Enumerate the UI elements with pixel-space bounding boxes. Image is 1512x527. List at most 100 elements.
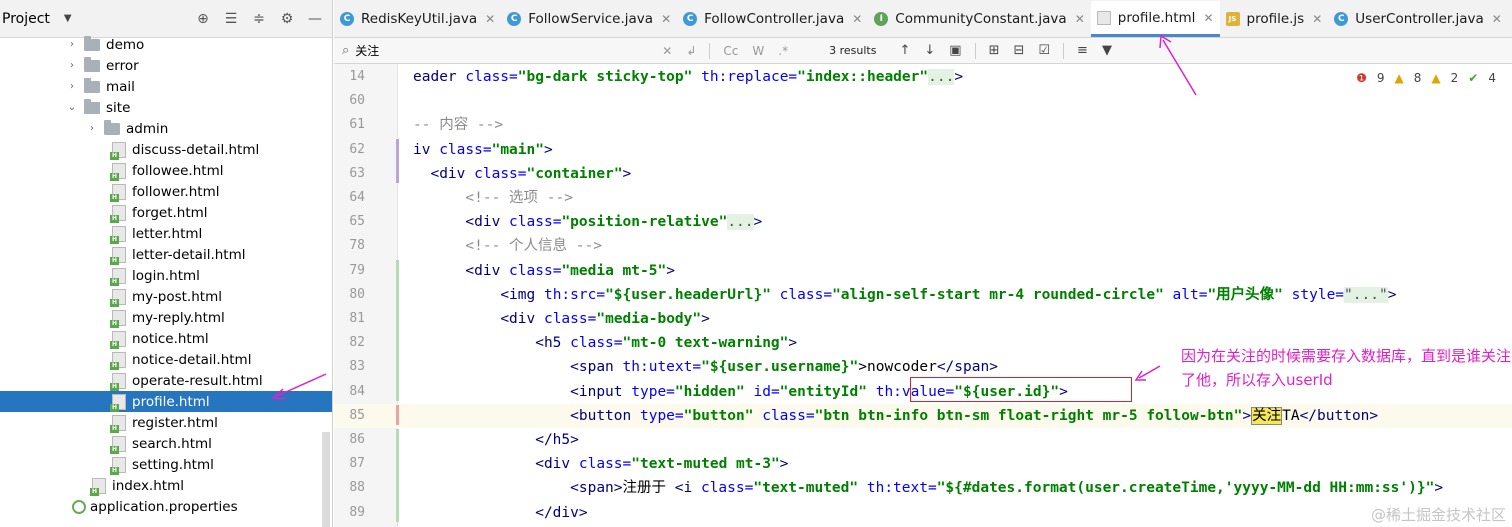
tree-item[interactable]: application.properties [0, 496, 332, 517]
html-file-icon [110, 183, 126, 202]
tree-item[interactable]: operate-result.html [0, 370, 332, 391]
tree-item[interactable]: register.html [0, 412, 332, 433]
editor-tab[interactable]: C FollowController.java ✕ [677, 1, 868, 37]
filter-icon[interactable]: ▼ [1102, 43, 1112, 58]
close-icon[interactable]: ✕ [1492, 12, 1502, 26]
chevron-down-icon[interactable]: ▼ [64, 13, 72, 24]
close-icon[interactable]: ✕ [1203, 11, 1213, 25]
regex-toggle[interactable]: .* [778, 44, 788, 58]
editor-tab[interactable]: I CommunityConstant.java ✕ [868, 1, 1090, 37]
tree-item[interactable]: forget.html [0, 202, 332, 223]
select-all-occurrences-icon[interactable]: ☑ [1038, 43, 1050, 58]
code-text: eader class="bg-dark sticky-top" th:repl… [413, 65, 963, 89]
collapse-all-icon[interactable]: ≑ [250, 10, 268, 28]
tree-item[interactable]: index.html [0, 475, 332, 496]
close-icon[interactable]: ✕ [852, 12, 862, 26]
html-file-icon [110, 372, 126, 391]
code-line[interactable]: 85 <button type="button" class="btn btn-… [334, 403, 1512, 428]
close-icon[interactable]: ✕ [661, 12, 671, 26]
code-line[interactable]: 14 eader class="bg-dark sticky-top" th:re… [334, 65, 1512, 89]
remove-occurrence-icon[interactable]: ⊟ [1013, 43, 1024, 58]
code-line[interactable]: 79 <div class="media mt-5"> [334, 259, 1512, 283]
tree-item[interactable]: profile.html [0, 391, 332, 412]
chevron-right-icon[interactable]: › [66, 81, 78, 92]
html-file-icon [110, 351, 126, 370]
code-line[interactable]: 63 <div class="container"> [334, 162, 1512, 186]
vcs-change-marker[interactable] [396, 259, 399, 401]
tree-item[interactable]: letter.html [0, 223, 332, 244]
code-line[interactable]: 61 -- 内容 --> [334, 113, 1512, 137]
tree-item[interactable]: search.html [0, 433, 332, 454]
close-icon[interactable]: ✕ [485, 12, 495, 26]
replace-toggle-icon[interactable]: ↲ [686, 44, 696, 58]
code-line[interactable]: 64 <!-- 选项 --> [334, 186, 1512, 210]
editor-tab[interactable]: C UserController.java ✕ [1328, 1, 1508, 37]
code-line[interactable]: 62 iv class="main"> [334, 138, 1512, 162]
clear-icon[interactable]: ✕ [662, 44, 672, 58]
code-line[interactable]: 78 <!-- 个人信息 --> [334, 234, 1512, 258]
tree-item[interactable]: notice-detail.html [0, 349, 332, 370]
tree-item[interactable]: my-post.html [0, 286, 332, 307]
code-token: -- 内容 --> [413, 117, 504, 134]
chevron-down-icon[interactable]: ⌄ [66, 102, 78, 113]
whole-words-toggle[interactable]: W [752, 44, 764, 58]
vcs-change-marker[interactable] [396, 429, 399, 522]
code-token: "container" [526, 165, 623, 182]
tree-item[interactable]: › demo [0, 34, 332, 55]
tree-item[interactable]: letter-detail.html [0, 244, 332, 265]
arrow-down-icon[interactable]: ↓ [924, 43, 935, 58]
code-line[interactable]: 89 </div> [334, 501, 1512, 525]
inspection-widget[interactable]: ❶9 ▲ 8 ▲ 2 ✔ 4 [1356, 71, 1496, 85]
code-line[interactable]: 60 [334, 89, 1512, 113]
find-input[interactable] [355, 43, 656, 58]
close-icon[interactable]: ✕ [1075, 12, 1085, 26]
tree-item[interactable]: ⌄ site [0, 97, 332, 118]
tree-item[interactable]: notice.html [0, 328, 332, 349]
code-token: <span [570, 359, 623, 376]
chevron-right-icon[interactable]: › [66, 60, 78, 71]
tree-item[interactable]: discuss-detail.html [0, 139, 332, 160]
code-token: <input [570, 383, 632, 400]
match-case-toggle[interactable]: Cc [723, 44, 738, 58]
locate-icon[interactable]: ⊕ [194, 10, 212, 28]
minimize-icon[interactable]: — [306, 10, 324, 28]
project-title[interactable]: Project [2, 11, 50, 27]
chevron-right-icon[interactable]: › [66, 39, 78, 50]
tree-item[interactable]: followee.html [0, 160, 332, 181]
tree-item[interactable]: setting.html [0, 454, 332, 475]
add-occurrence-icon[interactable]: ⊞ [989, 43, 1000, 58]
code-line[interactable]: 87 <div class="text-muted mt-3"> [334, 452, 1512, 476]
arrow-up-icon[interactable]: ↑ [899, 43, 910, 58]
search-icon[interactable]: ⌕ [342, 43, 349, 58]
chevron-right-icon[interactable]: › [86, 123, 98, 134]
tree-item[interactable]: › error [0, 55, 332, 76]
select-occurrence-icon[interactable]: ▣ [949, 43, 961, 58]
close-icon[interactable]: ✕ [1312, 12, 1322, 26]
tree-item[interactable]: login.html [0, 265, 332, 286]
watermark: @稀土掘金技术社区 [1370, 506, 1506, 524]
editor-tab[interactable]: profile.html ✕ [1090, 1, 1220, 37]
vcs-change-marker[interactable] [396, 138, 399, 183]
tree-item[interactable]: › admin [0, 118, 332, 139]
vcs-change-marker[interactable] [396, 404, 399, 425]
tree-item-label: my-post.html [132, 288, 222, 305]
gear-icon[interactable]: ⚙ [278, 10, 296, 28]
code-line[interactable]: 88 <span>注册于 <i class="text-muted" th:te… [334, 476, 1512, 500]
filter-settings-icon[interactable]: ≡ [1077, 43, 1088, 58]
code-line[interactable]: 86 </h5> [334, 428, 1512, 452]
code-editor[interactable]: 14 eader class="bg-dark sticky-top" th:re… [334, 64, 1512, 527]
code-line[interactable]: 65 <div class="position-relative"...> [334, 210, 1512, 234]
code-line[interactable]: 81 <div class="media-body"> [334, 307, 1512, 331]
tree-item[interactable]: my-reply.html [0, 307, 332, 328]
code-token: </button> [1299, 407, 1379, 424]
code-text: <div class="media-body"> [413, 307, 710, 331]
tree-item-label: mail [106, 78, 135, 95]
tree-scrollbar[interactable] [322, 432, 330, 527]
editor-tab[interactable]: JS profile.js ✕ [1220, 1, 1329, 37]
code-line[interactable]: 80 <img th:src="${user.headerUrl}" class… [334, 283, 1512, 307]
tree-item[interactable]: follower.html [0, 181, 332, 202]
editor-tab[interactable]: C FollowService.java ✕ [501, 1, 677, 37]
expand-all-icon[interactable]: ☰ [222, 10, 240, 28]
tree-item[interactable]: › mail [0, 76, 332, 97]
editor-tab[interactable]: C RedisKeyUtil.java ✕ [334, 1, 501, 37]
